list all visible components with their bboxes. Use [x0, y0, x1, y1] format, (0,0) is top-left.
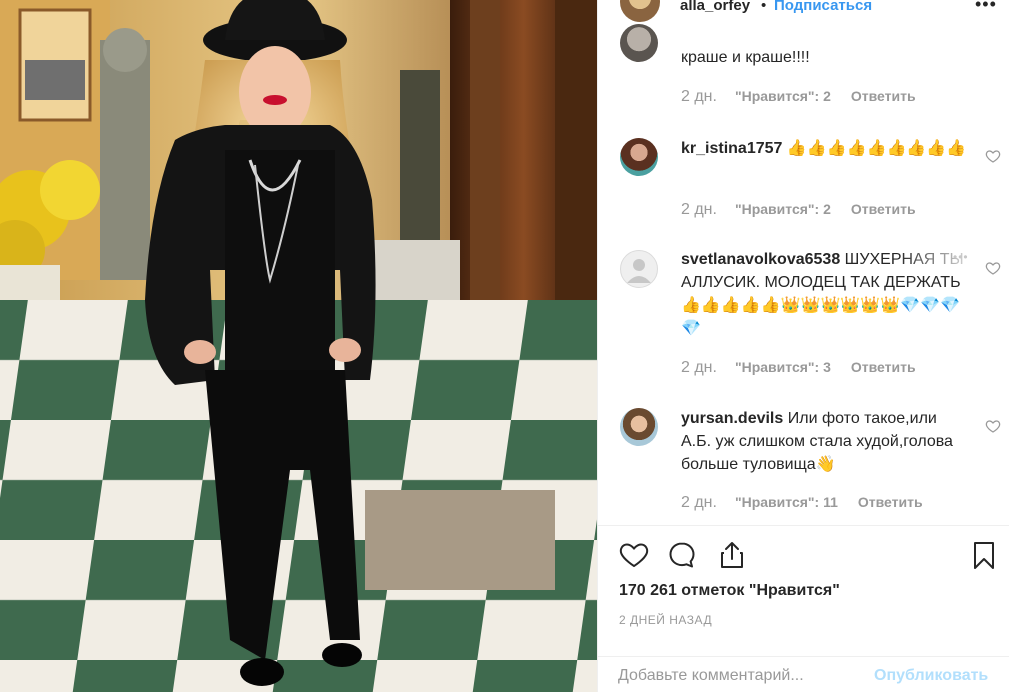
comment-time[interactable]: 2 дн. [681, 88, 717, 106]
comment-username[interactable]: kr_istina1757 [681, 140, 782, 157]
comment-likes-count[interactable]: "Нравится": 11 [735, 494, 838, 512]
reply-button[interactable]: Ответить [851, 201, 916, 219]
reply-button[interactable]: Ответить [858, 494, 923, 512]
comment-username[interactable]: yursan.devils [681, 410, 783, 427]
comment-time[interactable]: 2 дн. [681, 359, 717, 377]
post-image [0, 0, 597, 692]
bookmark-icon[interactable] [968, 539, 1000, 571]
heart-icon[interactable] [618, 539, 650, 571]
comment-meta: 2 дн. "Нравится": 2 Ответить [681, 88, 916, 106]
post-actions: 170 261 отметок "Нравится" 2 ДНЕЙ НАЗАД … [598, 525, 1009, 692]
comment-avatar[interactable] [620, 408, 658, 446]
publish-comment-button[interactable]: Опубликовать [874, 667, 988, 685]
post-photo[interactable] [0, 0, 597, 692]
post-side-panel: краше и краше!!!! 2 дн. "Нравится": 2 От… [597, 0, 1009, 692]
comment-likes-count[interactable]: "Нравится": 2 [735, 201, 831, 219]
comment-avatar[interactable] [620, 24, 658, 62]
comment-avatar[interactable] [620, 138, 658, 176]
add-comment-section: Опубликовать [598, 656, 1009, 693]
more-options-icon[interactable]: ••• [975, 0, 997, 15]
post-timestamp[interactable]: 2 ДНЕЙ НАЗАД [619, 613, 712, 627]
like-comment-heart-icon[interactable] [985, 418, 1001, 434]
comment-meta: 2 дн. "Нравится": 3 Ответить [681, 359, 916, 377]
follow-button[interactable]: Подписаться [774, 0, 872, 14]
post-likes-count[interactable]: 170 261 отметок "Нравится" [619, 582, 840, 600]
like-comment-heart-icon[interactable] [985, 260, 1001, 276]
reply-button[interactable]: Ответить [851, 359, 916, 377]
comment-meta: 2 дн. "Нравится": 2 Ответить [681, 201, 916, 219]
header-separator: • [761, 0, 767, 14]
comment-text: краше и краше!!!! [681, 49, 810, 66]
author-avatar[interactable] [620, 0, 660, 22]
default-user-icon [627, 259, 651, 283]
share-icon[interactable] [716, 539, 748, 571]
comment-avatar-placeholder[interactable] [620, 250, 658, 288]
comment-meta: 2 дн. "Нравится": 11 Ответить [681, 494, 923, 512]
comment-text: yursan.devils Или фото такое,или А.Б. уж… [681, 407, 966, 476]
comment-likes-count[interactable]: "Нравится": 3 [735, 359, 831, 377]
comment-body: 👍👍👍👍👍👍👍👍👍 [786, 140, 967, 157]
comment-input[interactable] [618, 663, 858, 689]
comment-bubble-icon[interactable] [666, 539, 698, 571]
post-header: alla_orfey • Подписаться ••• [598, 0, 1009, 22]
comment-options-icon[interactable]: ••• [953, 250, 969, 264]
comment-username[interactable]: svetlanavolkova6538 [681, 251, 840, 268]
comment-time[interactable]: 2 дн. [681, 494, 717, 512]
comment-text: kr_istina1757 👍👍👍👍👍👍👍👍👍 [681, 137, 981, 160]
author-username[interactable]: alla_orfey [680, 0, 750, 14]
like-comment-heart-icon[interactable] [985, 148, 1001, 164]
comments-list[interactable]: краше и краше!!!! 2 дн. "Нравится": 2 От… [598, 0, 1009, 525]
comment-time[interactable]: 2 дн. [681, 201, 717, 219]
comment-likes-count[interactable]: "Нравится": 2 [735, 88, 831, 106]
reply-button[interactable]: Ответить [851, 88, 916, 106]
